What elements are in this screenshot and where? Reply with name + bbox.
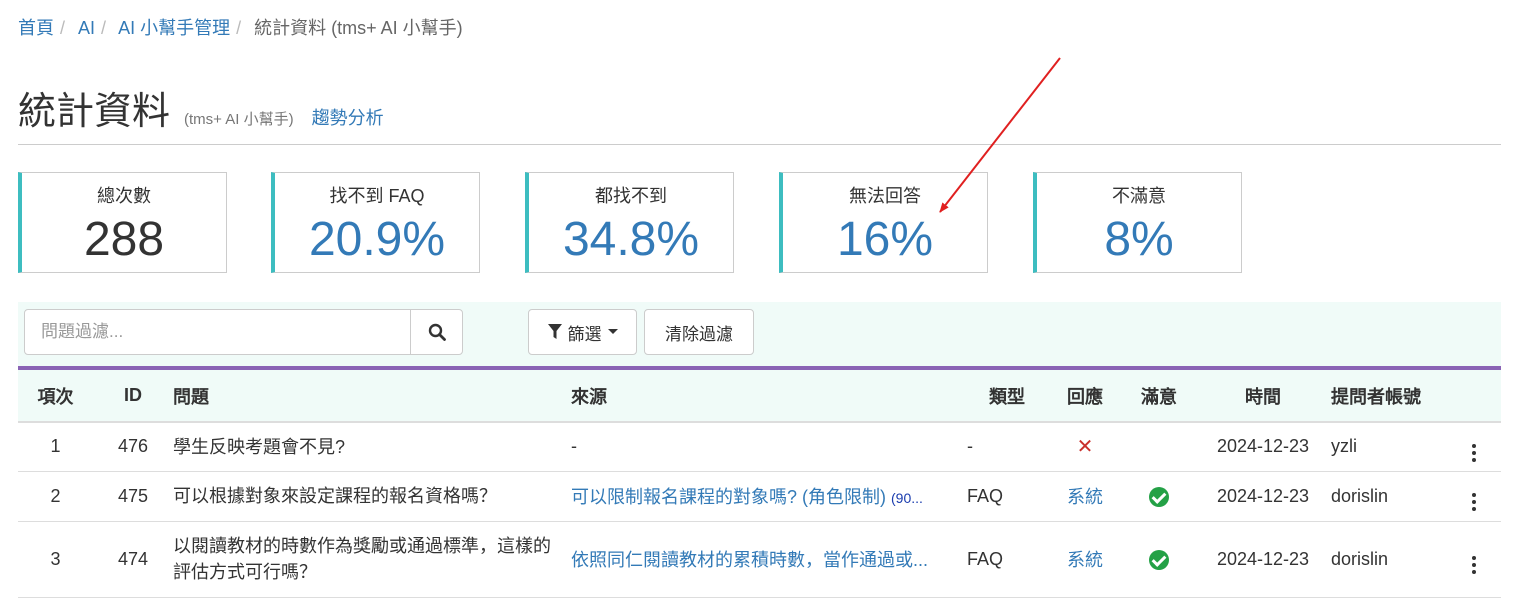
cell-asker: yzli xyxy=(1331,422,1446,472)
stat-card-total: 總次數 288 xyxy=(18,172,227,273)
breadcrumb: 首頁 / AI / AI 小幫手管理 / 統計資料 (tms+ AI 小幫手) xyxy=(18,14,463,40)
stat-value: 16% xyxy=(836,213,934,266)
cell-response: ✕ xyxy=(1047,422,1123,472)
cell-index: 1 xyxy=(18,422,93,472)
clear-filter-button[interactable]: 清除過濾 xyxy=(644,309,754,355)
search-button[interactable] xyxy=(410,309,463,355)
check-circle-icon xyxy=(1149,486,1169,507)
cell-type: FAQ xyxy=(967,471,1047,522)
page-title: 統計資料 xyxy=(18,91,171,133)
stat-card-none-found: 都找不到 34.8% xyxy=(525,172,734,273)
column-header-satisfied[interactable]: 滿意 xyxy=(1123,370,1195,423)
filter-toolbar: 篩選 清除過濾 xyxy=(18,302,1501,366)
column-header-time[interactable]: 時間 xyxy=(1195,370,1331,423)
cell-asker: dorislin xyxy=(1331,521,1446,598)
row-actions-menu[interactable] xyxy=(1446,422,1501,472)
breadcrumb-ai[interactable]: AI xyxy=(78,18,95,38)
stat-label: 總次數 xyxy=(97,186,151,206)
cell-id: 475 xyxy=(93,471,173,522)
stats-table: 項次 ID 問題 來源 類型 回應 滿意 時間 提問者帳號 1 476 學生反映… xyxy=(18,366,1501,598)
funnel-icon xyxy=(547,324,562,339)
cell-type: - xyxy=(967,422,1047,472)
cell-time: 2024-12-23 xyxy=(1195,422,1331,472)
column-header-type[interactable]: 類型 xyxy=(967,370,1047,423)
cell-question: 以閱讀教材的時數作為獎勵或通過標準，這樣的評估方式可行嗎？ xyxy=(173,521,571,598)
stat-label: 找不到 FAQ xyxy=(329,186,425,206)
question-filter-input[interactable] xyxy=(24,309,411,355)
source-link[interactable]: 依照同仁閱讀教材的累積時數，當作通過或... xyxy=(571,550,928,570)
caret-down-icon xyxy=(607,329,618,334)
cell-time: 2024-12-23 xyxy=(1195,471,1331,522)
stat-value: 20.9% xyxy=(308,213,446,266)
check-circle-icon xyxy=(1149,549,1169,570)
cell-question: 可以根據對象來設定課程的報名資格嗎？ xyxy=(173,471,571,522)
row-actions-menu[interactable] xyxy=(1446,471,1501,522)
more-vertical-icon[interactable] xyxy=(1471,556,1476,574)
more-vertical-icon[interactable] xyxy=(1471,493,1476,511)
trend-analysis-link[interactable]: 趨勢分析 xyxy=(312,104,384,130)
stat-value: 34.8% xyxy=(562,213,700,266)
response-link[interactable]: 系統 xyxy=(1067,550,1103,570)
stat-label: 不滿意 xyxy=(1112,186,1166,206)
stat-value: 288 xyxy=(83,213,165,266)
cell-satisfied xyxy=(1123,471,1195,522)
table-header-row: 項次 ID 問題 來源 類型 回應 滿意 時間 提問者帳號 xyxy=(18,370,1501,423)
breadcrumb-separator: / xyxy=(101,18,107,38)
cell-id: 476 xyxy=(93,422,173,472)
cell-response: 系統 xyxy=(1047,521,1123,598)
column-header-id[interactable]: ID xyxy=(93,370,173,423)
cell-asker: dorislin xyxy=(1331,471,1446,522)
breadcrumb-separator: / xyxy=(60,18,66,38)
search-icon xyxy=(428,323,446,341)
cell-question: 學生反映考題會不見? xyxy=(173,422,571,472)
column-header-question[interactable]: 問題 xyxy=(173,370,571,423)
column-header-asker[interactable]: 提問者帳號 xyxy=(1331,370,1446,423)
cell-source: - xyxy=(571,422,967,472)
column-header-response[interactable]: 回應 xyxy=(1047,370,1123,423)
filter-label: 篩選 xyxy=(567,324,602,344)
source-link[interactable]: 可以限制報名課程的對象嗎? (角色限制) xyxy=(571,487,886,507)
more-vertical-icon[interactable] xyxy=(1471,443,1476,462)
breadcrumb-ai-assistant-admin[interactable]: AI 小幫手管理 xyxy=(118,18,230,38)
breadcrumb-home[interactable]: 首頁 xyxy=(18,18,54,38)
response-link[interactable]: 系統 xyxy=(1067,487,1103,507)
table-row: 1 476 學生反映考題會不見? - - ✕ 2024-12-23 yzli xyxy=(18,422,1501,472)
cell-source[interactable]: 可以限制報名課程的對象嗎? (角色限制) (90... xyxy=(571,471,967,522)
table-row: 2 475 可以根據對象來設定課程的報名資格嗎？ 可以限制報名課程的對象嗎? (… xyxy=(18,471,1501,522)
cell-satisfied xyxy=(1123,521,1195,598)
cross-icon: ✕ xyxy=(1076,436,1094,459)
row-actions-menu[interactable] xyxy=(1446,521,1501,598)
stat-card-dissatisfied: 不滿意 8% xyxy=(1033,172,1242,273)
breadcrumb-separator: / xyxy=(236,18,242,38)
cell-type: FAQ xyxy=(967,521,1047,598)
table-row: 3 474 以閱讀教材的時數作為獎勵或通過標準，這樣的評估方式可行嗎？ 依照同仁… xyxy=(18,521,1501,598)
page-subtitle: (tms+ AI 小幫手) xyxy=(184,111,294,128)
cell-id: 474 xyxy=(93,521,173,598)
column-header-index[interactable]: 項次 xyxy=(18,370,93,423)
cell-response: 系統 xyxy=(1047,471,1123,522)
filter-dropdown-button[interactable]: 篩選 xyxy=(528,309,637,355)
stat-value: 8% xyxy=(1104,213,1174,266)
stat-card-faq-not-found: 找不到 FAQ 20.9% xyxy=(271,172,480,273)
cell-index: 3 xyxy=(18,521,93,598)
stat-label: 無法回答 xyxy=(849,186,921,206)
stat-label: 都找不到 xyxy=(595,186,667,206)
stat-card-unanswerable: 無法回答 16% xyxy=(779,172,988,273)
title-divider xyxy=(18,144,1501,145)
cell-time: 2024-12-23 xyxy=(1195,521,1331,598)
cell-source[interactable]: 依照同仁閱讀教材的累積時數，當作通過或... xyxy=(571,521,967,598)
source-tag: (90... xyxy=(891,490,923,506)
column-header-actions xyxy=(1446,370,1501,423)
breadcrumb-current: 統計資料 (tms+ AI 小幫手) xyxy=(254,18,463,38)
cell-index: 2 xyxy=(18,471,93,522)
page-header: 統計資料 (tms+ AI 小幫手) 趨勢分析 xyxy=(18,80,384,135)
cell-satisfied xyxy=(1123,422,1195,472)
column-header-source[interactable]: 來源 xyxy=(571,370,967,423)
